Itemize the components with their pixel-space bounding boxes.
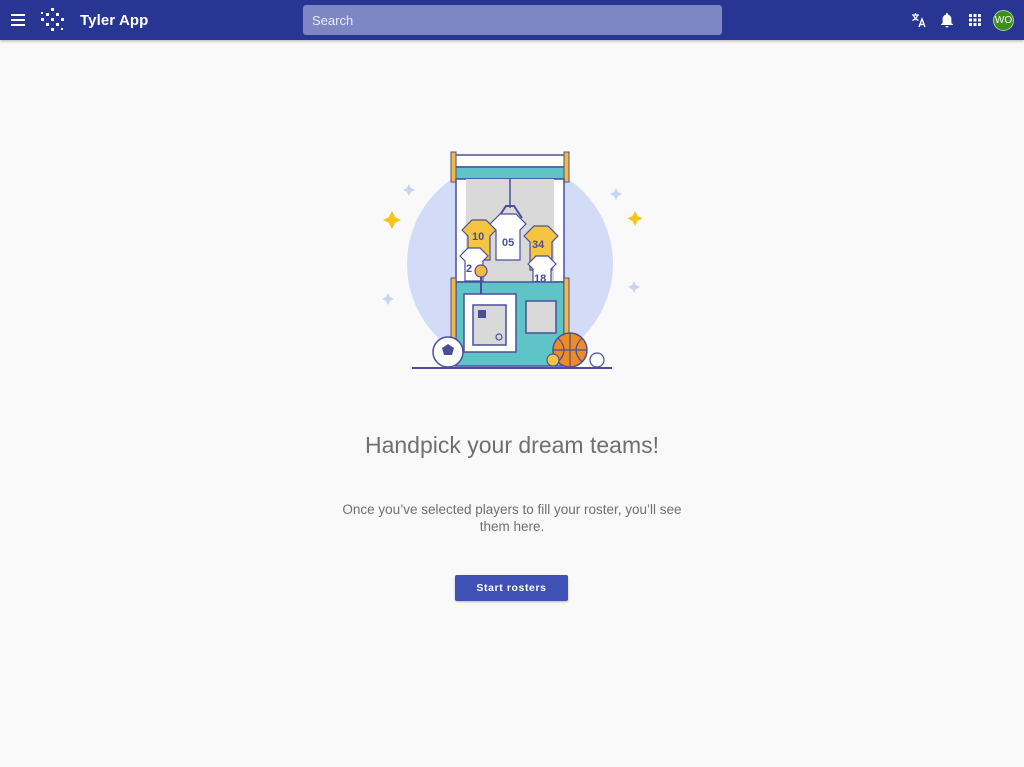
app-logo[interactable] (40, 7, 66, 33)
menu-button[interactable] (0, 0, 36, 40)
logo-icon (41, 8, 64, 31)
app-bar: Tyler App WO (0, 0, 1024, 40)
empty-state-message: Once you’ve selected players to fill you… (342, 502, 682, 534)
app-title[interactable]: Tyler App (80, 12, 148, 29)
apps-grid-icon (969, 14, 981, 26)
header-actions: WO (905, 0, 1014, 40)
start-rosters-button[interactable]: Start rosters (455, 575, 568, 601)
search-input[interactable] (303, 5, 722, 35)
svg-text:2: 2 (466, 263, 472, 275)
bell-icon (941, 13, 953, 28)
menu-icon (11, 14, 25, 26)
avatar[interactable]: WO (993, 9, 1014, 31)
svg-text:10: 10 (472, 231, 484, 243)
translate-icon (912, 13, 926, 28)
svg-text:34: 34 (532, 239, 545, 251)
notifications-button[interactable] (933, 0, 961, 40)
apps-button[interactable] (961, 0, 989, 40)
translate-button[interactable] (905, 0, 933, 40)
svg-text:05: 05 (502, 237, 514, 249)
empty-state-headline: Handpick your dream teams! (364, 432, 659, 458)
claw-machine-illustration: 10 05 34 2 18 (382, 151, 643, 369)
